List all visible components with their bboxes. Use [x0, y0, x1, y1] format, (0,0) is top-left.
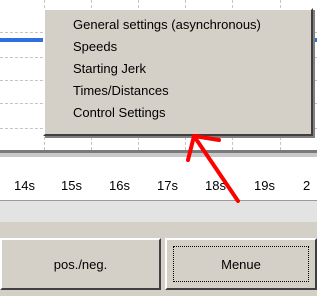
menu-item-times-distances[interactable]: Times/Distances: [73, 80, 169, 101]
menue-button[interactable]: Menue: [165, 238, 317, 290]
time-axis-ticks: 14s 15s 16s 17s 18s 19s 2: [0, 157, 317, 199]
pos-neg-button[interactable]: pos./neg.: [0, 238, 161, 290]
focus-rectangle: [173, 246, 309, 282]
tick-label: 2: [303, 178, 311, 193]
tick-label: 14s: [14, 178, 35, 193]
button-bar: pos./neg. Menue: [0, 236, 317, 296]
menu-item-speeds[interactable]: Speeds: [73, 36, 117, 57]
menu-item-starting-jerk[interactable]: Starting Jerk: [73, 58, 146, 79]
popup-menu: General settings (asynchronous) Speeds S…: [43, 8, 313, 136]
tick-label: 15s: [61, 178, 82, 193]
pos-neg-button-label: pos./neg.: [53, 256, 108, 272]
menu-item-control-settings[interactable]: Control Settings: [73, 102, 166, 123]
tick-label: 16s: [109, 178, 130, 193]
tick-label: 18s: [205, 178, 226, 193]
panel-strip: [0, 222, 317, 236]
menu-item-general-settings[interactable]: General settings (asynchronous): [73, 14, 261, 35]
horizontal-scrollbar[interactable]: [0, 200, 317, 224]
tick-label: 19s: [254, 178, 275, 193]
tick-label: 17s: [157, 178, 178, 193]
